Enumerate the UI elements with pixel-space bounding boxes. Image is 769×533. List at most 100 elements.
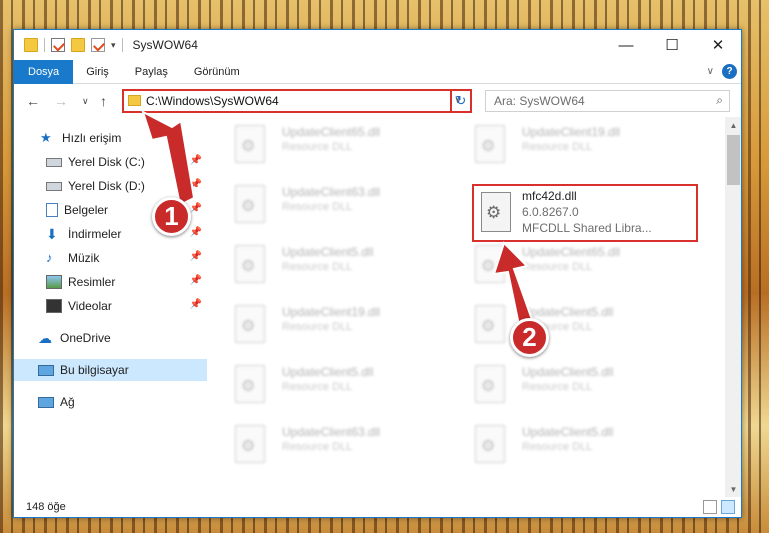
- sidebar-item-label: OneDrive: [60, 331, 111, 345]
- help-icon[interactable]: ?: [722, 64, 737, 79]
- dll-file-icon: [475, 305, 505, 343]
- file-description: MFCDLL Shared Libra...: [522, 221, 652, 235]
- file-name: UpdateClient5.dll: [282, 365, 374, 379]
- sidebar-item-videos[interactable]: Videolar 📌: [14, 295, 207, 317]
- pin-icon[interactable]: 📌: [190, 155, 202, 166]
- expand-ribbon-icon[interactable]: ∨: [707, 66, 714, 77]
- item-count: 148 öğe: [26, 501, 66, 513]
- scroll-up-icon[interactable]: ▲: [725, 117, 741, 133]
- new-folder-icon[interactable]: [71, 38, 85, 52]
- file-description: Resource DLL: [282, 441, 353, 453]
- tab-view[interactable]: Görünüm: [181, 60, 253, 84]
- qat-dropdown-icon[interactable]: ▾: [111, 40, 116, 51]
- details-view-icon[interactable]: [703, 500, 717, 514]
- back-arrow-icon[interactable]: ←: [26, 93, 40, 109]
- maximize-button[interactable]: ☐: [649, 30, 695, 60]
- list-item[interactable]: UpdateClient5.dll Resource DLL: [447, 357, 677, 413]
- tab-home[interactable]: Giriş: [73, 60, 122, 84]
- file-description: Resource DLL: [282, 201, 353, 213]
- file-name: UpdateClient19.dll: [522, 125, 621, 139]
- list-item[interactable]: UpdateClient19.dll Resource DLL: [207, 297, 437, 353]
- pin-icon[interactable]: 📌: [190, 179, 202, 190]
- scrollbar-thumb[interactable]: [727, 135, 740, 185]
- file-name: UpdateClient5.dll: [522, 425, 614, 439]
- customize-icon[interactable]: [91, 38, 105, 52]
- sidebar-item-music[interactable]: ♪ Müzik 📌: [14, 247, 207, 269]
- sidebar-item-label: Yerel Disk (C:): [68, 155, 145, 169]
- title-bar: ▾ SysWOW64 — ☐ ✕: [14, 30, 741, 60]
- sidebar-item-disk-d[interactable]: Yerel Disk (D:) 📌: [14, 175, 207, 197]
- explorer-window: ▾ SysWOW64 — ☐ ✕ Dosya Giriş Paylaş Görü…: [13, 29, 742, 518]
- dll-file-icon: [235, 185, 265, 223]
- minimize-button[interactable]: —: [603, 30, 649, 60]
- sidebar-item-this-pc[interactable]: Bu bilgisayar: [14, 359, 207, 381]
- pin-icon[interactable]: 📌: [190, 251, 202, 262]
- vertical-scrollbar[interactable]: ▲ ▼: [725, 117, 741, 497]
- dll-file-icon: [475, 425, 505, 463]
- address-bar[interactable]: C:\Windows\SysWOW64 ∨: [122, 89, 472, 113]
- music-icon: ♪: [46, 250, 53, 265]
- sidebar-item-onedrive[interactable]: ☁ OneDrive: [14, 327, 207, 349]
- list-item[interactable]: UpdateClient65.dll Resource DLL: [447, 237, 677, 293]
- list-item[interactable]: UpdateClient5.dll Resource DLL: [207, 357, 437, 413]
- search-input[interactable]: Ara: SysWOW64 ⌕: [485, 90, 730, 112]
- documents-icon: [46, 203, 58, 217]
- search-placeholder: Ara: SysWOW64: [494, 94, 585, 108]
- list-item[interactable]: UpdateClient63.dll Resource DLL: [207, 417, 437, 473]
- file-name: UpdateClient19.dll: [282, 305, 381, 319]
- list-item[interactable]: UpdateClient19.dll Resource DLL: [447, 117, 677, 173]
- file-name: UpdateClient63.dll: [282, 425, 381, 439]
- file-description: Resource DLL: [282, 381, 353, 393]
- file-description: Resource DLL: [522, 381, 593, 393]
- file-name: mfc42d.dll: [522, 189, 577, 203]
- pin-icon[interactable]: 📌: [190, 203, 202, 214]
- refresh-button[interactable]: ↻: [450, 89, 472, 113]
- toolbar-divider: [121, 38, 123, 52]
- drive-icon: [46, 181, 62, 191]
- sidebar-item-disk-c[interactable]: Yerel Disk (C:) 📌: [14, 151, 207, 173]
- sidebar-item-pictures[interactable]: Resimler 📌: [14, 271, 207, 293]
- properties-icon[interactable]: [51, 38, 65, 52]
- sidebar-item-network[interactable]: Ağ: [14, 391, 207, 413]
- search-icon[interactable]: ⌕: [716, 93, 723, 108]
- scroll-down-icon[interactable]: ▼: [725, 481, 741, 497]
- quick-access-toolbar: ▾: [14, 38, 123, 52]
- navigation-pane: ★ Hızlı erişim Yerel Disk (C:) 📌 Yerel D…: [14, 117, 207, 497]
- pin-icon[interactable]: 📌: [190, 227, 202, 238]
- star-icon: ★: [40, 130, 52, 145]
- list-item[interactable]: UpdateClient5.dll Resource DLL: [207, 237, 437, 293]
- dll-file-icon: [235, 365, 265, 403]
- list-item[interactable]: UpdateClient5.dll Resource DLL: [447, 297, 677, 353]
- tab-file[interactable]: Dosya: [14, 59, 74, 84]
- recent-locations-icon[interactable]: ∨: [82, 96, 89, 107]
- videos-icon: [46, 299, 62, 313]
- list-item[interactable]: UpdateClient65.dll Resource DLL: [207, 117, 437, 173]
- list-item[interactable]: UpdateClient63.dll Resource DLL: [207, 177, 437, 233]
- navigation-bar: ← → ∨ ↑ C:\Windows\SysWOW64 ∨ ↻ Ara: Sys…: [14, 85, 741, 117]
- callout-badge-two: 2: [510, 318, 549, 357]
- sidebar-item-quick-access[interactable]: ★ Hızlı erişim: [14, 127, 207, 149]
- dll-file-icon: [235, 425, 265, 463]
- file-description: Resource DLL: [282, 261, 353, 273]
- highlighted-file-mfc42d[interactable]: mfc42d.dll 6.0.8267.0 MFCDLL Shared Libr…: [472, 184, 698, 242]
- pin-icon[interactable]: 📌: [190, 275, 202, 286]
- sidebar-item-label: Müzik: [68, 251, 100, 265]
- forward-arrow-icon[interactable]: →: [54, 93, 68, 109]
- download-icon: ⬇: [46, 226, 58, 242]
- list-item[interactable]: UpdateClient5.dll Resource DLL: [447, 417, 677, 473]
- folder-icon: [128, 95, 141, 106]
- sidebar-item-label: İndirmeler: [68, 227, 122, 241]
- large-icons-view-icon[interactable]: [721, 500, 735, 514]
- close-button[interactable]: ✕: [695, 30, 741, 60]
- up-arrow-icon[interactable]: ↑: [100, 93, 107, 109]
- folder-icon[interactable]: [24, 38, 38, 52]
- file-description: Resource DLL: [282, 321, 353, 333]
- tab-share[interactable]: Paylaş: [122, 60, 181, 84]
- address-path[interactable]: C:\Windows\SysWOW64: [146, 94, 279, 108]
- file-name: UpdateClient5.dll: [282, 245, 374, 259]
- dll-file-icon: [235, 305, 265, 343]
- sidebar-item-label: Belgeler: [64, 203, 109, 217]
- dll-file-icon: [481, 192, 511, 232]
- pin-icon[interactable]: 📌: [190, 299, 202, 310]
- sidebar-item-label: Hızlı erişim: [62, 131, 122, 145]
